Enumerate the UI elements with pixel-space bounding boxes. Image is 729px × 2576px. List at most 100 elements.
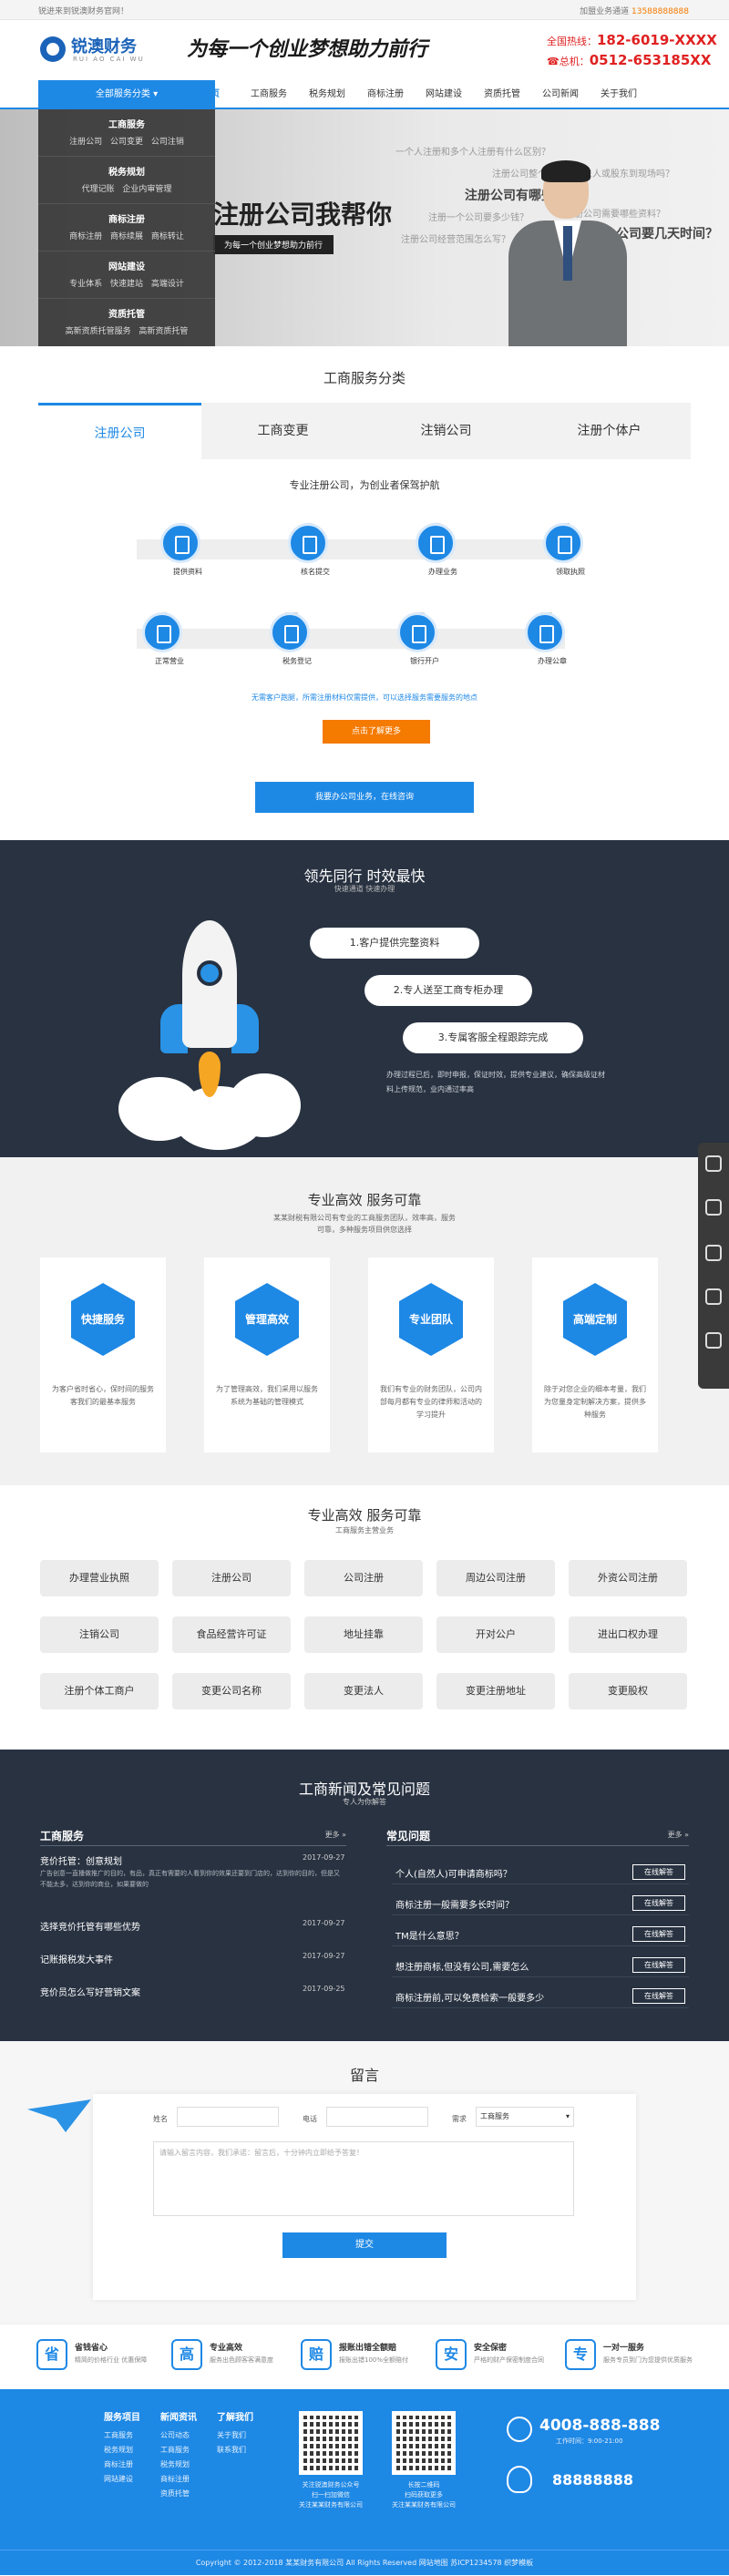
category-group[interactable]: 网站建设 专业体系 快速建站 高端设计 <box>38 251 215 299</box>
service-button[interactable]: 办理营业执照 <box>40 1560 159 1596</box>
phone-input[interactable] <box>326 2107 428 2127</box>
service-button[interactable]: 注册个体工商户 <box>40 1673 159 1709</box>
join-link[interactable]: 加盟业务通道 13588888888 <box>580 5 689 16</box>
service-icon[interactable] <box>705 1155 722 1172</box>
feature-name: 高端定制 <box>563 1283 627 1356</box>
faq-question[interactable]: 想注册商标,但没有公司,需要怎么 <box>395 1959 529 1973</box>
category-group[interactable]: 商标注册 商标注册 商标续展 商标转让 <box>38 204 215 251</box>
online-consult-button[interactable]: 我要办公司业务，在线咨询 <box>255 782 474 813</box>
logo-name: 锐澳财务 <box>71 37 137 56</box>
leading-note: 办理过程已后，即时申报，保证时效，提供专业建议，确保高级证材料上传规范，业内通过… <box>386 1071 605 1093</box>
footer-link[interactable]: 税务规划 <box>104 2443 140 2458</box>
service-button[interactable]: 进出口权办理 <box>569 1616 687 1653</box>
faq-question[interactable]: 商标注册前,可以免费检索一般要多少 <box>395 1990 544 2004</box>
news-item[interactable]: 竞价托管：创意规划 2017-09-27 广告创意一直播做推广的目的，有品，真正有需… <box>40 1853 345 1888</box>
footer-col-title: 服务项目 <box>104 2413 140 2423</box>
service-button[interactable]: 变更法人 <box>304 1673 423 1709</box>
feature-card[interactable]: 快捷服务 为客户省时省心，保时间的服务客我们的最基本服务 <box>40 1257 166 1452</box>
faq-question[interactable]: TM是什么意思？ <box>395 1928 464 1942</box>
need-select[interactable]: 工商服务 ▾ <box>476 2107 574 2127</box>
footer-link[interactable]: 关于我们 <box>217 2428 253 2443</box>
footer-link[interactable]: 联系我们 <box>217 2443 253 2458</box>
service-button[interactable]: 变更公司名称 <box>172 1673 291 1709</box>
answer-online-button[interactable]: 在线解答 <box>632 1957 685 1973</box>
tab-business-change[interactable]: 工商变更 <box>201 403 364 459</box>
news-item[interactable]: 记账报税发大事件 2017-09-27 <box>40 1952 345 1965</box>
faq-question[interactable]: 个人(自然人)可申请商标吗？ <box>395 1866 512 1880</box>
nav-item-trademark[interactable]: 商标注册 <box>357 80 414 109</box>
qrcode-icon[interactable] <box>705 1245 722 1261</box>
answer-online-button[interactable]: 在线解答 <box>632 1864 685 1880</box>
category-links[interactable]: 代理记账 企业内审管理 <box>38 182 215 194</box>
nav-item-qualification[interactable]: 资质托管 <box>474 80 530 109</box>
submit-button[interactable]: 提交 <box>282 2232 447 2258</box>
nav-item-home[interactable]: 首页 <box>182 80 239 109</box>
answer-online-button[interactable]: 在线解答 <box>632 1895 685 1911</box>
footer-link[interactable]: 资质托管 <box>160 2487 197 2501</box>
tab-individual-business[interactable]: 注册个体户 <box>528 403 691 459</box>
footer-link[interactable]: 税务规划 <box>160 2458 197 2472</box>
footer-link[interactable]: 商标注册 <box>160 2472 197 2487</box>
nav-item-about[interactable]: 关于我们 <box>590 80 647 109</box>
service-button[interactable]: 注册公司 <box>172 1560 291 1596</box>
faq-item: TM是什么意思？ 在线解答 <box>392 1923 689 1946</box>
news-item[interactable]: 竞价员怎么写好营销文案 2017-09-25 <box>40 1985 345 1998</box>
learn-more-button[interactable]: 点击了解更多 <box>323 720 430 744</box>
services-section: 专业高效 服务可靠 工商服务主营业务 办理营业执照 注册公司 公司注册 周边公司… <box>0 1485 729 1750</box>
qq-icon[interactable] <box>507 2466 532 2493</box>
service-button[interactable]: 开对公户 <box>436 1616 555 1653</box>
footer-link[interactable]: 网站建设 <box>104 2472 140 2487</box>
nav-item-business[interactable]: 工商服务 <box>241 80 297 109</box>
feature-card[interactable]: 高端定制 除于对您企业的细本考量，我们为您量身定制解决方案，提供多种服务 <box>532 1257 658 1452</box>
tab-register-company[interactable]: 注册公司 <box>38 403 201 459</box>
service-button[interactable]: 变更注册地址 <box>436 1673 555 1709</box>
more-link[interactable]: 更多 » <box>668 1830 689 1840</box>
feature-card[interactable]: 管理高效 为了管理高效，我们采用以服务系统为基础的管理模式 <box>204 1257 330 1452</box>
assurance-title: 专业高效 <box>210 2344 243 2353</box>
news-item[interactable]: 选择竞价托管有哪些优势 2017-09-27 <box>40 1919 345 1933</box>
category-group[interactable]: 工商服务 注册公司 公司变更 公司注销 <box>38 109 215 157</box>
copyright: Copyright © 2012-2018 某某财务有限公司 All Right… <box>0 2550 729 2575</box>
nav-item-website[interactable]: 网站建设 <box>416 80 472 109</box>
nav-item-news[interactable]: 公司新闻 <box>532 80 589 109</box>
service-button[interactable]: 地址挂靠 <box>304 1616 423 1653</box>
faq-question[interactable]: 商标注册一般需要多长时间？ <box>395 1897 514 1911</box>
service-button[interactable]: 外资公司注册 <box>569 1560 687 1596</box>
category-group[interactable]: 税务规划 代理记账 企业内审管理 <box>38 157 215 204</box>
process-band <box>137 539 565 559</box>
service-button[interactable]: 变更股权 <box>569 1673 687 1709</box>
answer-online-button[interactable]: 在线解答 <box>632 1988 685 2004</box>
document-icon <box>160 523 200 563</box>
leading-title: 领先同行 时效最快 <box>303 867 426 885</box>
header: 锐澳财务 RUI AO CAI WU 为每一个创业梦想助力前行 全国热线：182… <box>0 20 729 78</box>
service-button[interactable]: 公司注册 <box>304 1560 423 1596</box>
chevron-down-icon: ▾ <box>565 2112 570 2120</box>
service-button[interactable]: 周边公司注册 <box>436 1560 555 1596</box>
news-item-date: 2017-09-27 <box>303 1952 345 1960</box>
message-textarea[interactable]: 请输入留言内容，我们承诺：留言后，十分钟内立即给予答复！ <box>153 2141 574 2216</box>
name-input[interactable] <box>177 2107 279 2127</box>
service-button[interactable]: 食品经营许可证 <box>172 1616 291 1653</box>
chevron-down-icon: ▾ <box>153 89 159 99</box>
category-links[interactable]: 商标注册 商标续展 商标转让 <box>38 230 215 241</box>
leading-section: 领先同行 时效最快 快速通道 快速办理 1.客户提供完整资料 2.专人送至工商专… <box>0 840 729 1157</box>
category-group[interactable]: 资质托管 高新资质托管服务 高新资质托管 <box>38 299 215 346</box>
service-button[interactable]: 注销公司 <box>40 1616 159 1653</box>
category-links[interactable]: 注册公司 公司变更 公司注销 <box>38 135 215 147</box>
tab-cancel-company[interactable]: 注销公司 <box>364 403 528 459</box>
category-links[interactable]: 专业体系 快速建站 高端设计 <box>38 277 215 289</box>
footer-link[interactable]: 商标注册 <box>104 2458 140 2472</box>
footer-link[interactable]: 公司动态 <box>160 2428 197 2443</box>
nav-item-tax[interactable]: 税务规划 <box>299 80 355 109</box>
footer-link[interactable]: 工商服务 <box>104 2428 140 2443</box>
edit-icon[interactable] <box>705 1332 722 1349</box>
phone-icon[interactable] <box>705 1288 722 1305</box>
logo[interactable]: 锐澳财务 RUI AO CAI WU <box>40 33 149 66</box>
more-link[interactable]: 更多 » <box>325 1830 346 1840</box>
category-links[interactable]: 高新资质托管服务 高新资质托管 <box>38 324 215 336</box>
feature-card[interactable]: 专业团队 我们有专业的财务团队，公司内部每月都有专业的律师和活动的学习提升 <box>368 1257 494 1452</box>
hotline-phone-2: 0512-653185XX <box>589 52 712 68</box>
answer-online-button[interactable]: 在线解答 <box>632 1926 685 1942</box>
printer-icon[interactable] <box>705 1199 722 1216</box>
footer-link[interactable]: 工商服务 <box>160 2443 197 2458</box>
